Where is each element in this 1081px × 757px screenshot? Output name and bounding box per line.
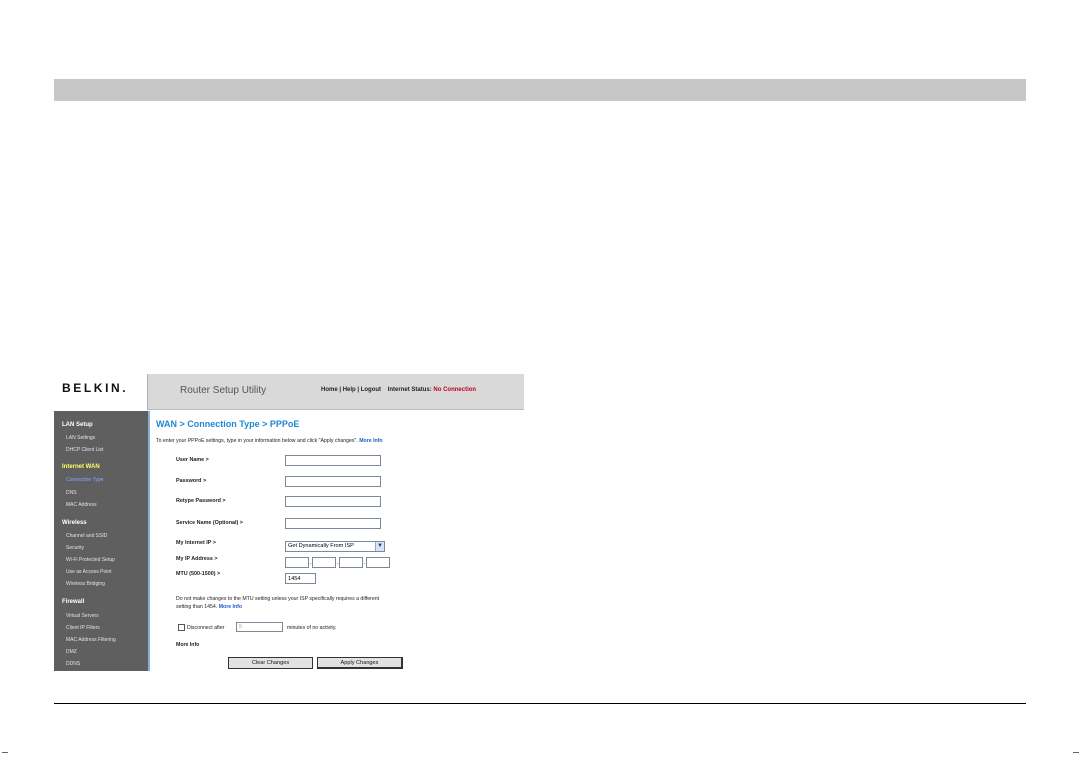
apply-changes-button[interactable]: Apply Changes (317, 657, 403, 669)
sidebar-item-wireless-bridging[interactable]: Wireless Bridging (66, 581, 105, 587)
logo-area: BELKIN. (54, 374, 148, 410)
more-info-link-mtu[interactable]: More Info (219, 604, 242, 610)
sidebar-section-wireless[interactable]: Wireless (62, 520, 87, 526)
my-internet-ip-label: My Internet IP > (176, 540, 216, 546)
router-header: BELKIN. Router Setup Utility Home | Help… (54, 374, 524, 410)
mtu-note-line1: Do not make changes to the MTU setting u… (176, 596, 380, 602)
sidebar-item-wifi-protected-setup[interactable]: Wi-Fi Protected Setup (66, 557, 115, 563)
more-info-link-bottom[interactable]: More Info (176, 642, 199, 648)
password-label: Password > (176, 478, 207, 484)
sidebar-item-virtual-servers[interactable]: Virtual Servers (66, 613, 99, 619)
sidebar-item-mac-address[interactable]: MAC Address (66, 502, 97, 508)
user-name-label: User Name > (176, 457, 209, 463)
service-name-label: Service Name (Optional) > (176, 520, 243, 526)
help-link[interactable]: Help (343, 387, 356, 393)
corner-mark-right (1073, 747, 1079, 753)
retype-password-input[interactable] (285, 496, 381, 507)
retype-password-label: Retype Password > (176, 498, 226, 504)
password-input[interactable] (285, 476, 381, 487)
disconnect-minutes-input[interactable]: 5 (236, 622, 283, 632)
ip-octet-1-input[interactable] (285, 557, 309, 568)
intro-text: To enter your PPPoE settings, type in yo… (156, 438, 383, 444)
mtu-note-copy: setting than 1454. (176, 604, 218, 610)
sidebar-item-dhcp-client-list[interactable]: DHCP Client List (66, 447, 103, 453)
sidebar-item-ddns[interactable]: DDNS (66, 661, 80, 667)
mtu-input[interactable]: 1454 (285, 573, 316, 584)
sidebar-item-client-ip-filters[interactable]: Client IP Filters (66, 625, 100, 631)
sidebar-item-dns[interactable]: DNS (66, 490, 77, 496)
belkin-logo: BELKIN. (62, 381, 129, 395)
disconnect-suffix: minutes of no activity. (287, 625, 337, 631)
service-name-input[interactable] (285, 518, 381, 529)
more-info-link-top[interactable]: More Info (359, 438, 382, 444)
corner-mark-left (2, 747, 8, 753)
sidebar-section-lan-setup[interactable]: LAN Setup (62, 422, 93, 428)
sidebar-item-use-as-access-point[interactable]: Use as Access Point (66, 569, 112, 575)
sidebar-nav: LAN Setup LAN Settings DHCP Client List … (54, 411, 150, 671)
clear-changes-button[interactable]: Clear Changes (228, 657, 313, 669)
app-title: Router Setup Utility (180, 385, 267, 396)
disconnect-checkbox[interactable] (178, 624, 185, 631)
footer-rule (54, 703, 1026, 704)
sidebar-item-mac-address-filtering[interactable]: MAC Address Filtering (66, 637, 116, 643)
header-links: Home | Help | Logout Internet Status: No… (321, 387, 477, 393)
sidebar-section-firewall[interactable]: Firewall (62, 599, 84, 605)
sidebar-item-dmz[interactable]: DMZ (66, 649, 77, 655)
page-title: WAN > Connection Type > PPPoE (156, 419, 300, 429)
ip-octet-3-input[interactable] (339, 557, 363, 568)
internet-ip-selected-value: Get Dynamically From ISP (288, 543, 354, 549)
ip-octet-4-input[interactable] (366, 557, 390, 568)
page-header-bar (54, 79, 1026, 101)
home-link[interactable]: Home (321, 387, 338, 393)
sidebar-item-channel-ssid[interactable]: Channel and SSID (66, 533, 107, 539)
internet-ip-select[interactable]: Get Dynamically From ISP ▼ (285, 541, 385, 552)
my-ip-address-label: My IP Address > (176, 556, 218, 562)
internet-status-value: No Connection (433, 387, 477, 393)
sidebar-item-connection-type[interactable]: Connection Type (66, 477, 103, 483)
sidebar-section-internet-wan[interactable]: Internet WAN (62, 464, 100, 470)
sidebar-item-security[interactable]: Security (66, 545, 84, 551)
mtu-label: MTU (500-1500) > (176, 571, 221, 577)
chevron-down-icon[interactable]: ▼ (375, 542, 384, 551)
router-setup-screenshot: BELKIN. Router Setup Utility Home | Help… (54, 374, 524, 671)
disconnect-label: Disconnect after (187, 625, 225, 631)
document-page: BELKIN. Router Setup Utility Home | Help… (0, 0, 1081, 757)
internet-status-label: Internet Status: (387, 387, 432, 393)
main-content: WAN > Connection Type > PPPoE To enter y… (152, 411, 524, 671)
ip-octet-2-input[interactable] (312, 557, 336, 568)
user-name-input[interactable] (285, 455, 381, 466)
sidebar-item-lan-settings[interactable]: LAN Settings (66, 435, 95, 441)
intro-copy: To enter your PPPoE settings, type in yo… (156, 438, 358, 444)
mtu-note-line2: setting than 1454. More Info (176, 604, 242, 610)
logout-link[interactable]: Logout (361, 387, 381, 393)
